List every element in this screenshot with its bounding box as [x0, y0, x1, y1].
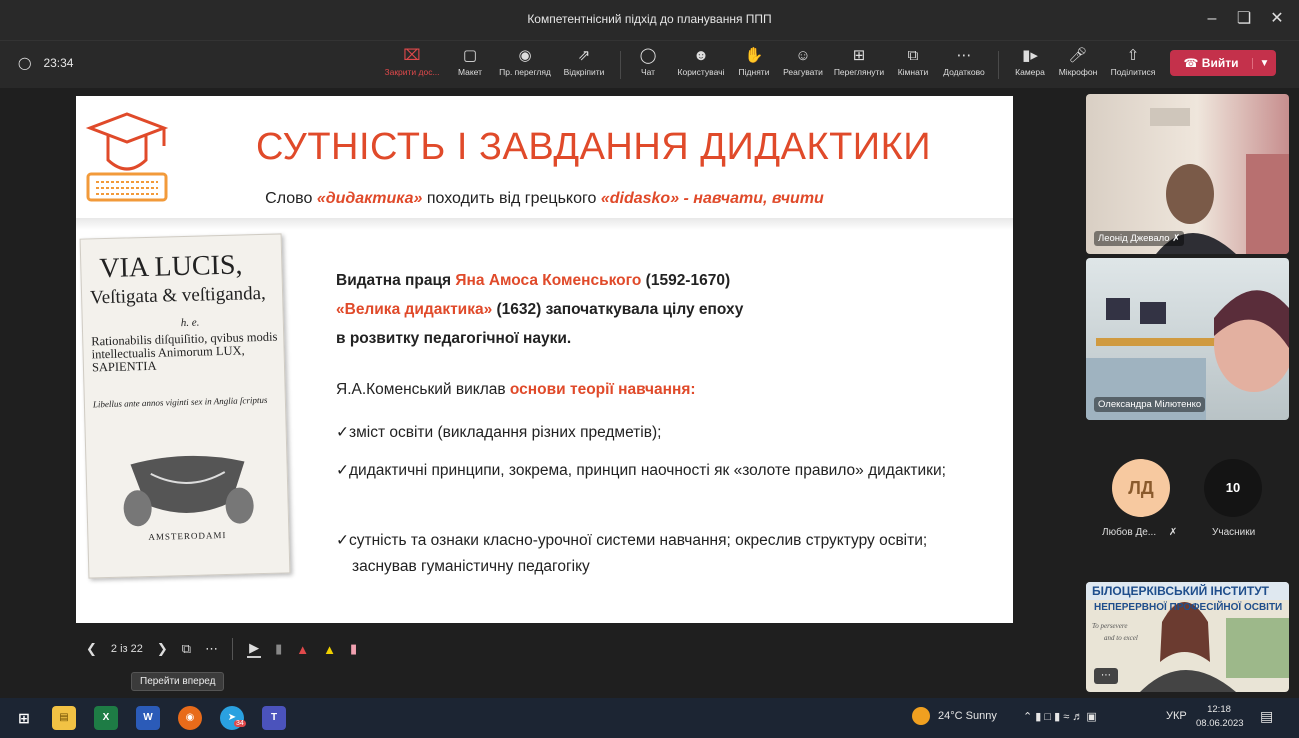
- view-button[interactable]: ⊞ Переглянути: [831, 45, 887, 85]
- excel-icon[interactable]: X: [94, 706, 118, 730]
- shield-icon: ◯: [18, 56, 32, 70]
- layout-icon: ▢: [462, 47, 478, 64]
- leave-label: Вийти: [1201, 56, 1239, 70]
- file-explorer-icon[interactable]: ▤: [52, 706, 76, 730]
- eraser-tool-icon[interactable]: ▮: [275, 641, 282, 657]
- slide-bullet-1: ✓зміст освіти (викладання різних предмет…: [336, 424, 662, 441]
- sun-icon: [912, 707, 930, 725]
- notification-badge: 34: [234, 720, 246, 727]
- rooms-button[interactable]: ⧉ Кімнати: [895, 45, 931, 85]
- tooltip: Перейти вперед: [131, 672, 225, 691]
- leave-button[interactable]: ☎ Вийти ▼: [1170, 50, 1276, 76]
- book-title-page-image: VIA LUCIS, Veſtigata & veſtiganda, h. e.…: [79, 233, 291, 579]
- chevron-down-icon[interactable]: ▼: [1252, 57, 1276, 69]
- chevron-left-icon[interactable]: ❮: [86, 641, 97, 657]
- slide-paragraph-1: Видатна праця Яна Амоса Коменського (159…: [336, 272, 744, 347]
- language-indicator[interactable]: УКР: [1166, 710, 1187, 722]
- grid-icon: ⊞: [852, 47, 866, 64]
- camera-icon: ▮▸: [1022, 47, 1038, 64]
- banner-line-1: БІЛОЦЕРКІВСЬКИЙ ІНСТИТУТ: [1092, 584, 1269, 598]
- slide-heading: СУТНІСТЬ І ЗАВДАННЯ ДИДАКТИКИ: [256, 126, 932, 168]
- participant-count[interactable]: 10: [1204, 459, 1262, 517]
- window-title: Компетентнісний підхід до планування ППП: [527, 12, 772, 26]
- minimize-button[interactable]: –: [1200, 8, 1224, 30]
- laser-pointer-icon[interactable]: ▶: [247, 640, 262, 658]
- participant-name: Олександра Мілютенко: [1094, 397, 1206, 412]
- meeting-timer: ◯ 23:34: [18, 56, 73, 70]
- system-tray-icons[interactable]: ⌃ ▮ □ ▮ ≈ ♬ ▣: [1023, 710, 1097, 723]
- eraser-icon[interactable]: ▮: [350, 641, 357, 657]
- participant-count-label: Учасники: [1212, 527, 1256, 538]
- notifications-icon[interactable]: ▤: [1260, 708, 1273, 725]
- stop-sharing-button[interactable]: ⌧ Закрити дос...: [381, 45, 443, 85]
- page-counter: 2 із 22: [110, 643, 143, 655]
- meeting-toolbar: ◯ 23:34 ⌧ Закрити дос... ▢ Макет ◉ Пр. п…: [0, 40, 1299, 88]
- teams-icon[interactable]: T: [262, 706, 286, 730]
- presenter-video[interactable]: БІЛОЦЕРКІВСЬКИЙ ІНСТИТУТ НЕПЕРЕРВНОЇ ПРО…: [1086, 582, 1289, 692]
- chat-button[interactable]: ◯ Чат: [636, 45, 660, 85]
- close-share-icon: ⌧: [403, 47, 421, 64]
- emoji-icon: ☺: [795, 47, 811, 64]
- people-icon: ☻: [693, 47, 709, 64]
- word-icon[interactable]: W: [136, 706, 160, 730]
- controls-divider: [232, 638, 234, 660]
- toolbar-divider: [998, 51, 999, 79]
- raise-hand-button[interactable]: ✋ Підняти: [737, 45, 771, 85]
- more-icon[interactable]: ⋯: [1094, 668, 1118, 684]
- slide-bullet-3: ✓сутність та ознаки класно-урочної систе…: [336, 532, 928, 575]
- red-pen-icon[interactable]: ▲: [296, 642, 309, 657]
- popout-button[interactable]: ⇗ Відкріпити: [560, 45, 608, 85]
- mic-icon: 🎤︎: [1068, 47, 1088, 64]
- camera-button[interactable]: ▮▸ Камера: [1012, 45, 1048, 85]
- firefox-icon[interactable]: ◉: [178, 706, 202, 730]
- windows-taskbar: ⊞ ▤ X W ◉ ➤ 34 T 24°C Sunny ⌃ ▮ □ ▮ ≈ ♬ …: [0, 698, 1299, 738]
- share-icon: ⇧: [1126, 47, 1140, 64]
- banner-line-2: НЕПЕРЕРВНОЇ ПРОФЕСІЙНОЇ ОСВІТИ: [1094, 602, 1283, 613]
- slide-paragraph-2: Я.А.Коменський виклав основи теорії навч…: [336, 381, 696, 398]
- participant-video-1[interactable]: Леонід Джевало ✗: [1086, 94, 1289, 254]
- highlighter-icon[interactable]: ▲: [323, 642, 336, 657]
- close-window-button[interactable]: ✕: [1265, 8, 1289, 30]
- avatar-name: Любов Де... ✗: [1102, 527, 1178, 538]
- participant-name: Леонід Джевало ✗: [1094, 231, 1185, 246]
- more-icon[interactable]: ⋯: [205, 641, 218, 657]
- preview-button[interactable]: ◉ Пр. перегляд: [497, 45, 553, 85]
- more-button[interactable]: ⋯ Додатково: [940, 45, 988, 85]
- chat-icon: ◯: [639, 47, 657, 64]
- slides-grid-icon[interactable]: ⧉: [182, 641, 191, 657]
- participant-video-frame: [1086, 290, 1289, 420]
- slide-subtitle: Слово «дидактика» походить від грецького…: [265, 190, 824, 207]
- weather-text[interactable]: 24°C Sunny: [938, 710, 997, 722]
- raise-hand-icon: ✋: [744, 47, 764, 64]
- emblem-engraving-icon: [123, 455, 254, 527]
- rooms-icon: ⧉: [907, 47, 919, 64]
- phone-icon: ☎: [1183, 56, 1199, 70]
- toolbar-divider: [620, 51, 621, 79]
- windows-start-icon[interactable]: ⊞: [12, 706, 36, 730]
- shared-slide: СУТНІСТЬ І ЗАВДАННЯ ДИДАКТИКИ Слово «дид…: [76, 96, 1013, 623]
- more-icon: ⋯: [956, 47, 972, 64]
- chevron-right-icon[interactable]: ❯: [157, 641, 168, 657]
- slide-divider: [76, 218, 1013, 230]
- slide-bullet-2: ✓дидактичні принципи, зокрема, принцип н…: [336, 462, 946, 479]
- maximize-button[interactable]: ❏: [1232, 8, 1256, 30]
- participant-video-frame: [1150, 108, 1289, 254]
- clock[interactable]: 12:18 08.06.2023: [1196, 703, 1244, 731]
- title-bar: Компетентнісний підхід до планування ППП…: [0, 0, 1299, 40]
- timer-text: 23:34: [43, 56, 74, 70]
- mic-off-icon: ✗: [1168, 527, 1178, 538]
- popout-icon: ⇗: [577, 47, 591, 64]
- banner-motto-2: and to excel: [1104, 634, 1138, 642]
- mic-button[interactable]: 🎤︎ Мікрофон: [1055, 45, 1101, 85]
- banner-motto-1: To persevere: [1092, 622, 1128, 630]
- react-button[interactable]: ☺ Реагувати: [781, 45, 825, 85]
- share-button[interactable]: ⇧ Поділитися: [1108, 45, 1158, 85]
- presenter-controls: ❮ 2 із 22 ❯ ⧉ ⋯ ▶ ▮ ▲ ▲ ▮: [86, 638, 357, 660]
- layout-button[interactable]: ▢ Макет: [455, 45, 485, 85]
- eye-icon: ◉: [518, 47, 532, 64]
- people-button[interactable]: ☻ Користувачі: [674, 45, 728, 85]
- participant-video-2[interactable]: Олександра Мілютенко: [1086, 258, 1289, 420]
- mic-off-icon: ✗: [1172, 233, 1181, 244]
- avatar[interactable]: ЛД: [1112, 459, 1170, 517]
